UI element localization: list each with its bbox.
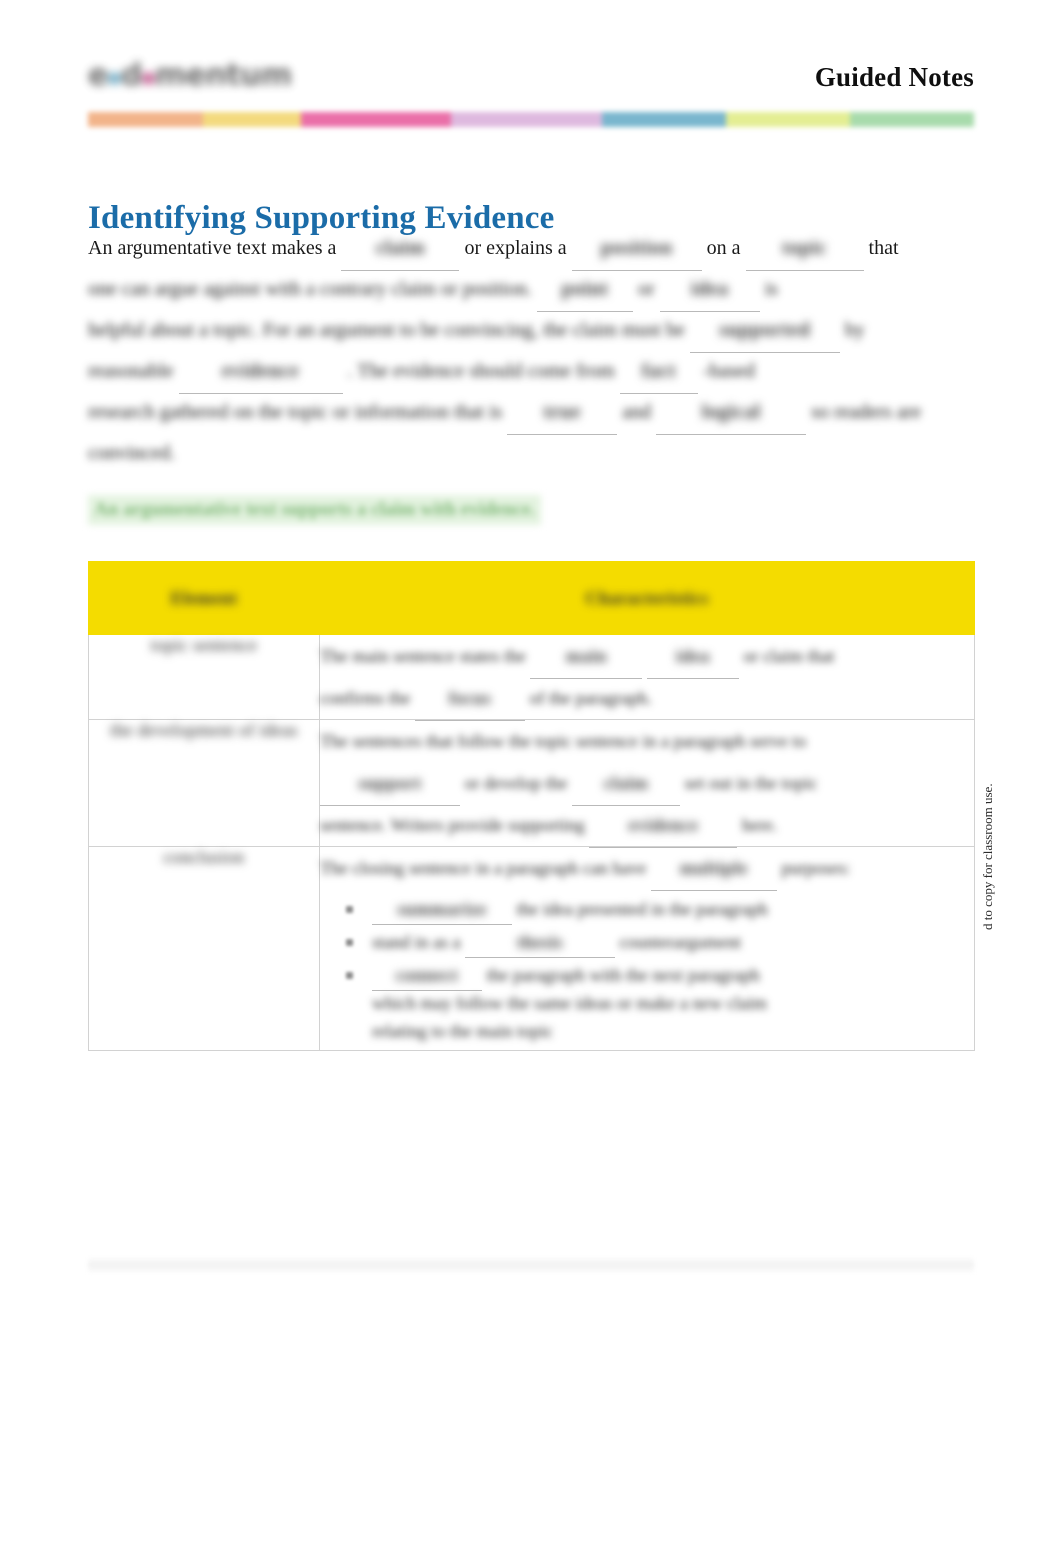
fill-blank-evidence[interactable]: evidence [178, 351, 343, 394]
definition-line: The main sentence states the main idea o… [320, 635, 974, 679]
list-item: summarize the idea presented in the para… [320, 895, 974, 925]
list-item-subline: relating to the main topic [372, 1021, 553, 1041]
list-item: stand in as a thesis counterargument [320, 928, 974, 958]
fill-blank-summarize[interactable]: summarize [372, 895, 512, 925]
definition-line: support or develop the claim set out in … [320, 762, 974, 806]
intro-line-1: An argumentative text makes a claim or e… [88, 228, 974, 271]
intro-text: convinced. [88, 442, 176, 464]
brand-color-bar [88, 112, 975, 127]
logo-dot-blue-icon [107, 72, 121, 85]
conclusion-purpose-list: summarize the idea presented in the para… [320, 895, 974, 1045]
table-row: topic sentence The main sentence states … [88, 634, 975, 721]
colorbar-segment-lavender [451, 112, 602, 127]
intro-paragraph: An argumentative text makes a claim or e… [88, 228, 974, 474]
table-row: conclusion The closing sentence in a par… [88, 846, 975, 1051]
cell-definition-conclusion: The closing sentence in a paragraph can … [319, 846, 975, 1051]
intro-text: or [637, 278, 655, 300]
fill-blank-fact[interactable]: fact [619, 351, 698, 394]
intro-text: An argumentative text makes a [88, 237, 337, 259]
fill-blank-thesis[interactable]: thesis [464, 928, 615, 958]
definition-line: sentence. Writers provide supporting evi… [320, 804, 974, 848]
intro-text: that [868, 237, 899, 259]
fill-blank-claim[interactable]: claim [571, 762, 680, 806]
colorbar-segment-orange [88, 112, 204, 127]
colorbar-segment-green [849, 112, 975, 127]
footer-divider [88, 1258, 974, 1272]
fill-blank-true[interactable]: true [507, 392, 618, 435]
document-page: e d mentum Guided Notes Identifying Suppor… [0, 0, 1062, 1561]
intro-text: research gathered on the topic or inform… [88, 401, 503, 423]
intro-text: is [764, 278, 778, 300]
fill-blank-idea[interactable]: idea [646, 635, 739, 679]
fill-blank-focus[interactable]: focus [414, 677, 525, 721]
logo-word-d: d [120, 58, 142, 93]
fill-blank-main[interactable]: main [530, 635, 643, 679]
intro-line-6: convinced. [88, 433, 974, 474]
cell-term-topic-sentence: topic sentence [88, 634, 320, 720]
colorbar-segment-blue [601, 112, 726, 127]
fill-blank-multiple[interactable]: multiple [650, 847, 777, 891]
fill-blank-evidence[interactable]: evidence [589, 804, 738, 848]
colorbar-segment-yellow-green [725, 112, 850, 127]
logo-dot-pink-icon [141, 72, 155, 85]
table-header-row: Element Characteristics [88, 561, 975, 635]
logo-letter-e: e [88, 58, 108, 93]
table-body: topic sentence The main sentence states … [88, 634, 975, 1051]
fill-blank-supported[interactable]: supported [689, 310, 840, 353]
logo-wordmark: e d mentum [88, 56, 296, 96]
intro-text: . The evidence should come from [347, 360, 615, 382]
intro-line-4: reasonable evidence . The evidence shoul… [88, 351, 974, 394]
intro-text: so readers are [811, 401, 922, 423]
cell-definition-topic-sentence: The main sentence states the main idea o… [319, 634, 975, 721]
elements-table: Element Characteristics topic sentence T… [88, 561, 975, 1051]
logo-word-rest: mentum [154, 58, 292, 93]
fill-blank-topic[interactable]: topic [745, 228, 864, 271]
cell-term-conclusion: conclusion [88, 846, 320, 1051]
definition-line: The sentences that follow the topic sent… [320, 731, 807, 751]
fill-blank-logical[interactable]: logical [656, 392, 807, 435]
colorbar-segment-yellow [203, 112, 301, 127]
edmentum-logo: e d mentum [88, 56, 296, 96]
intro-text: -based [702, 360, 756, 382]
definition-line: The closing sentence in a paragraph can … [320, 847, 974, 891]
intro-text: on a [706, 237, 741, 259]
list-item: connect the paragraph with the next para… [320, 961, 974, 1045]
definition-line: confirms the focus of the paragraph. [320, 677, 974, 721]
intro-text: one can argue against with a contrary cl… [88, 278, 532, 300]
intro-text: or explains a [464, 237, 567, 259]
document-type-label: Guided Notes [814, 62, 974, 92]
cell-term-development-of-ideas: the development of ideas [88, 719, 320, 847]
intro-line-2: one can argue against with a contrary cl… [88, 269, 974, 312]
intro-text: helpful about a topic. For an argument t… [88, 319, 685, 341]
table-head: Element Characteristics [88, 561, 975, 635]
classroom-use-note: d to copy for classroom use. [980, 783, 995, 930]
intro-line-3: helpful about a topic. For an argument t… [88, 310, 974, 353]
intro-text: reasonable [88, 360, 174, 382]
fill-blank-connect[interactable]: connect [372, 961, 482, 991]
column-header-element: Element [88, 561, 320, 635]
fill-blank-claim[interactable]: claim [341, 228, 460, 271]
fill-blank-point[interactable]: point [536, 269, 633, 312]
intro-line-5: research gathered on the topic or inform… [88, 392, 974, 435]
column-header-characteristics: Characteristics [319, 561, 975, 635]
intro-text: by [844, 319, 865, 341]
fill-blank-idea[interactable]: idea [659, 269, 760, 312]
colorbar-segment-pink [300, 112, 452, 127]
intro-text: and [622, 401, 652, 423]
table-row: the development of ideas The sentences t… [88, 719, 975, 848]
cell-definition-development-of-ideas: The sentences that follow the topic sent… [319, 719, 975, 848]
fill-blank-support[interactable]: support [320, 762, 460, 806]
fill-blank-position[interactable]: position [571, 228, 702, 271]
list-item-subline: which may follow the same ideas or make … [372, 993, 767, 1013]
highlighted-note: An argumentative text supports a claim w… [88, 495, 542, 525]
